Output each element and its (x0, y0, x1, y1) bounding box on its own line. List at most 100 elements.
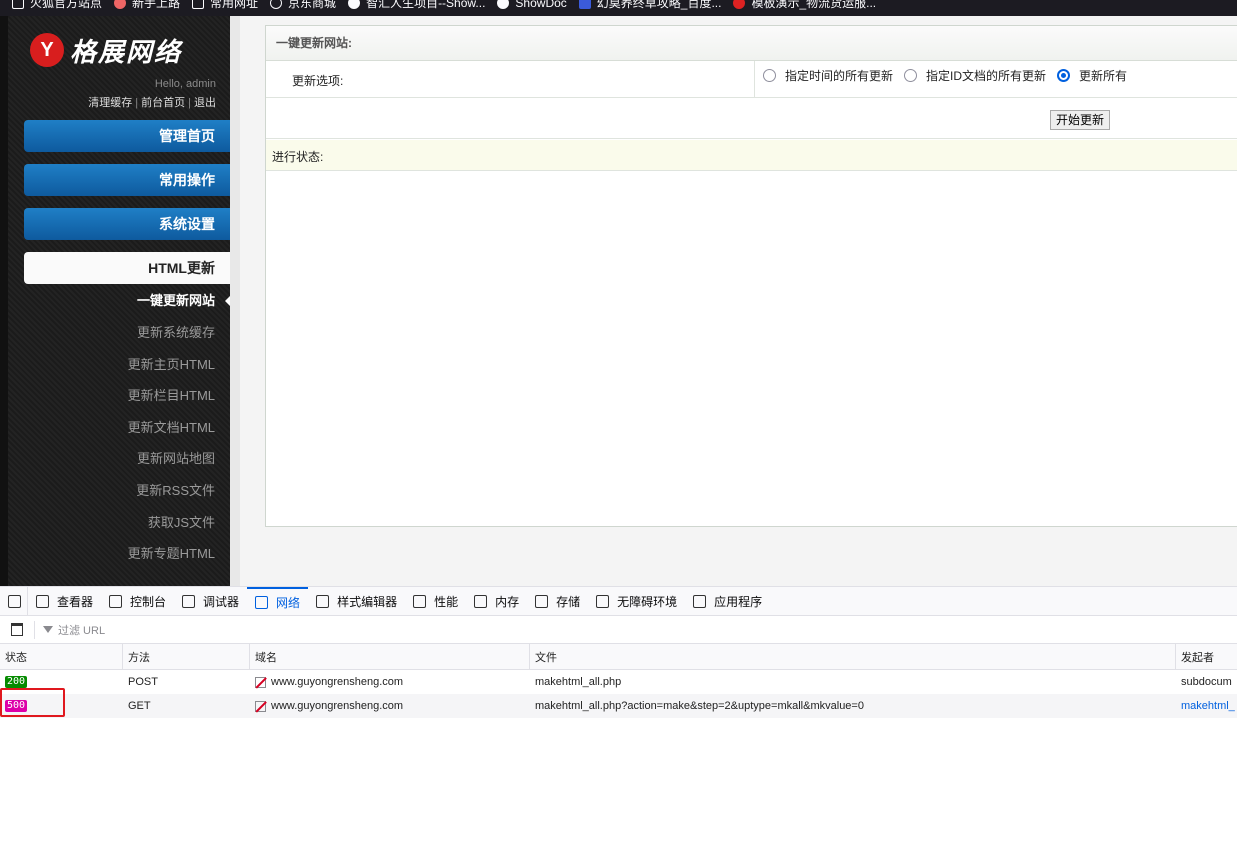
debugger-icon (182, 594, 196, 608)
gauge-icon (413, 594, 427, 608)
tab-debugger[interactable]: 调试器 (174, 587, 247, 616)
baidu-icon (578, 0, 591, 9)
initiator-cell: subdocum (1181, 676, 1232, 688)
options-label: 更新选项: (292, 74, 344, 88)
update-panel: 一键更新网站: 更新选项: 指定时间的所有更新 指定ID文档的所有更新 更新所有… (265, 25, 1237, 527)
domain-cell: www.guyongrensheng.com (250, 694, 530, 718)
logo: Y 格展网络 (30, 30, 210, 70)
column-file[interactable]: 文件 (530, 644, 1176, 669)
tab-console[interactable]: 控制台 (101, 587, 174, 616)
sub-item-update-site[interactable]: 一键更新网站 (24, 291, 231, 311)
insecure-lock-icon (255, 676, 266, 688)
menu-html-update[interactable]: HTML更新 (24, 252, 230, 284)
menu-common-ops[interactable]: 常用操作 (24, 164, 230, 196)
tab-style-editor[interactable]: 样式编辑器 (308, 587, 405, 616)
options-group: 指定时间的所有更新 指定ID文档的所有更新 更新所有 (763, 67, 1138, 84)
network-icon (255, 595, 269, 609)
front-home-link[interactable]: 前台首页 (141, 97, 185, 109)
network-toolbar: 过滤 URL (0, 616, 1237, 644)
domain-cell: www.guyongrensheng.com (250, 670, 530, 694)
menu-system-settings[interactable]: 系统设置 (24, 208, 230, 240)
bookmark-item[interactable]: 京东商城 (270, 0, 336, 11)
globe-icon (270, 0, 283, 9)
request-table-header: 状态 方法 域名 文件 发起者 (0, 644, 1237, 670)
radio-button-selected[interactable] (1057, 69, 1071, 82)
tab-application[interactable]: 应用程序 (685, 587, 770, 616)
showdoc-icon (348, 0, 361, 9)
console-icon (109, 594, 123, 608)
logo-mark: Y (30, 33, 64, 67)
sub-item-update-topics[interactable]: 更新专题HTML (24, 544, 230, 564)
gutter (230, 16, 240, 586)
file-cell: makehtml_all.php?action=make&step=2&upty… (535, 700, 864, 712)
tab-accessibility[interactable]: 无障碍环境 (588, 587, 685, 616)
sub-item-get-js[interactable]: 获取JS文件 (24, 513, 230, 533)
storage-icon (535, 594, 549, 608)
bookmark-item[interactable]: 常用网址 (192, 0, 258, 11)
radio-button[interactable] (763, 69, 776, 82)
folder-icon (192, 0, 205, 9)
cursor-icon (8, 594, 21, 608)
column-status[interactable]: 状态 (0, 644, 123, 669)
insecure-lock-icon (255, 700, 266, 712)
tab-storage[interactable]: 存储 (527, 587, 588, 616)
sub-item-update-sitemap[interactable]: 更新网站地图 (24, 449, 230, 469)
table-row[interactable]: 500 GET www.guyongrensheng.com makehtml_… (0, 694, 1237, 718)
top-links: 清理缓存 | 前台首页 | 退出 (88, 94, 216, 110)
menu-admin-home[interactable]: 管理首页 (24, 120, 230, 152)
bookmark-item[interactable]: 智汇人生项目--Show... (348, 0, 485, 11)
method-cell: POST (128, 676, 158, 688)
admin-sidebar: Y 格展网络 Hello, admin 清理缓存 | 前台首页 | 退出 管理首页 常用… (8, 16, 231, 586)
separator: | (188, 97, 191, 109)
memory-icon (474, 594, 488, 608)
initiator-cell[interactable]: makehtml_ (1176, 694, 1237, 718)
column-initiator[interactable]: 发起者 (1176, 644, 1237, 669)
bookmark-item[interactable]: 火狐官方站点 (12, 0, 102, 11)
clear-cache-link[interactable]: 清理缓存 (88, 97, 132, 109)
element-picker-button[interactable] (0, 586, 28, 616)
separator: | (135, 97, 139, 109)
inspector-icon (36, 594, 49, 608)
divider (754, 61, 755, 98)
devtools-tabs: 查看器 控制台 调试器 网络 样式编辑器 性能 内存 存储 无障碍环境 应用程序 (0, 586, 1237, 616)
sub-item-update-rss[interactable]: 更新RSS文件 (24, 481, 230, 501)
action-row: 开始更新 (266, 99, 1237, 139)
option-all[interactable]: 更新所有 (1057, 67, 1127, 84)
grid-icon (693, 594, 707, 608)
tab-performance[interactable]: 性能 (405, 587, 466, 616)
highlight-box (0, 688, 65, 717)
filter-url-input[interactable]: 过滤 URL (34, 620, 105, 639)
column-domain[interactable]: 域名 (250, 644, 530, 669)
trash-icon[interactable] (11, 623, 23, 636)
braces-icon (316, 594, 330, 608)
logo-name: 格展网络 (70, 37, 183, 68)
sub-item-update-home[interactable]: 更新主页HTML (24, 355, 230, 375)
greeting: Hello, admin (154, 78, 216, 90)
bookmark-item[interactable]: 模板演示_物流货运服... (733, 0, 876, 11)
tab-memory[interactable]: 内存 (466, 587, 527, 616)
sidebar-edge (0, 16, 8, 586)
bookmark-item[interactable]: 幻莫养终草攻略_百度... (578, 0, 721, 11)
table-row[interactable]: 200 POST www.guyongrensheng.com makehtml… (0, 670, 1237, 694)
status-badge: 200 (5, 676, 28, 688)
y-icon (733, 0, 746, 9)
option-by-time[interactable]: 指定时间的所有更新 (763, 67, 893, 84)
start-update-button[interactable]: 开始更新 (1050, 110, 1111, 130)
logout-link[interactable]: 退出 (194, 97, 216, 109)
tab-inspector[interactable]: 查看器 (28, 587, 101, 616)
status-label: 进行状态: (272, 150, 324, 164)
radio-button[interactable] (904, 69, 918, 82)
sub-item-update-category[interactable]: 更新栏目HTML (24, 386, 230, 406)
tab-network[interactable]: 网络 (247, 586, 309, 616)
method-cell: GET (128, 700, 151, 712)
funnel-icon (43, 626, 53, 633)
option-by-id[interactable]: 指定ID文档的所有更新 (904, 67, 1046, 84)
file-cell: makehtml_all.php (535, 676, 622, 688)
bookmark-item[interactable]: 新手上路 (114, 0, 180, 11)
sub-item-update-cache[interactable]: 更新系统缓存 (24, 323, 230, 343)
accessibility-icon (596, 594, 610, 608)
devtools-panel: 查看器 控制台 调试器 网络 样式编辑器 性能 内存 存储 无障碍环境 应用程序… (0, 586, 1237, 858)
column-method[interactable]: 方法 (123, 644, 250, 669)
sub-item-update-docs[interactable]: 更新文档HTML (24, 418, 230, 438)
bookmark-item[interactable]: ShowDoc (497, 0, 567, 11)
